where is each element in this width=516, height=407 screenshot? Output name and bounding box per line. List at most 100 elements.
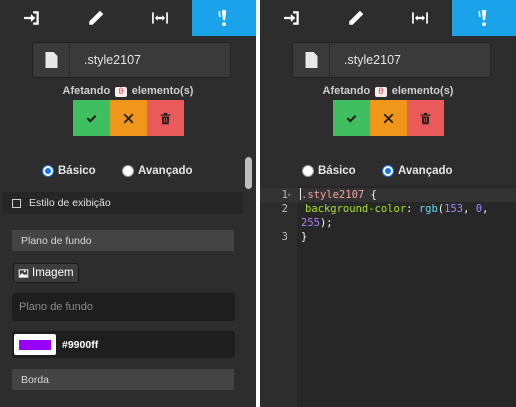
advanced-label: Avançado bbox=[398, 165, 453, 177]
basic-radio[interactable] bbox=[42, 165, 54, 177]
style-button[interactable] bbox=[452, 0, 516, 36]
trash-icon bbox=[420, 112, 431, 124]
basic-label: Básico bbox=[318, 165, 356, 177]
advanced-radio[interactable] bbox=[122, 165, 134, 177]
red-value: 153 bbox=[444, 203, 464, 215]
sign-in-icon bbox=[24, 11, 39, 25]
action-buttons bbox=[73, 100, 184, 136]
style-editor-panel-basic: .style2107 Afetando 0 elemento(s) Básico… bbox=[0, 0, 256, 407]
affecting-suffix: elemento(s) bbox=[131, 85, 194, 97]
line-number: 2 bbox=[281, 203, 288, 215]
affecting-count-label: Afetando 0 elemento(s) bbox=[0, 85, 256, 97]
code-text: background-color: rgb(153, 0, bbox=[305, 203, 489, 215]
selector-text: .style2107 bbox=[344, 53, 401, 67]
toolbar bbox=[0, 0, 256, 36]
code-line[interactable]: 3 } bbox=[260, 230, 516, 244]
resize-button[interactable] bbox=[388, 0, 452, 36]
mode-switch: Básico Avançado bbox=[260, 160, 516, 186]
css-property: background-color bbox=[305, 203, 407, 215]
code-line[interactable]: 1 ▾ .style2107 { bbox=[260, 188, 516, 202]
args-close: ); bbox=[319, 217, 333, 229]
line-number: 1 bbox=[281, 189, 288, 201]
background-color-field[interactable]: #9900ff bbox=[12, 331, 235, 358]
file-icon bbox=[45, 52, 57, 68]
edit-button[interactable] bbox=[324, 0, 388, 36]
border-section-header[interactable]: Borda bbox=[12, 369, 234, 390]
resize-horizontal-icon bbox=[412, 12, 428, 24]
image-button[interactable]: Imagem bbox=[13, 263, 79, 283]
trash-icon bbox=[160, 112, 171, 124]
confirm-button[interactable] bbox=[73, 100, 110, 136]
basic-radio[interactable] bbox=[302, 165, 314, 177]
color-swatch bbox=[19, 339, 51, 350]
toolbar bbox=[260, 0, 516, 36]
css-code-editor[interactable]: 1 ▾ .style2107 { 2 background-color: rgb… bbox=[260, 186, 516, 407]
cancel-button[interactable] bbox=[370, 100, 407, 136]
fold-arrow-icon[interactable]: ▾ bbox=[287, 188, 291, 202]
text-cursor bbox=[300, 188, 301, 200]
scrollbar-thumb[interactable] bbox=[245, 157, 252, 189]
background-section-header[interactable]: Plano de fundo bbox=[12, 230, 234, 251]
blue-value: 255 bbox=[301, 217, 320, 229]
delete-button[interactable] bbox=[407, 100, 444, 136]
resize-horizontal-icon bbox=[152, 12, 168, 24]
style-button[interactable] bbox=[192, 0, 256, 36]
background-input-placeholder: Plano de fundo bbox=[19, 301, 94, 313]
display-style-toggle[interactable]: Estilo de exibição bbox=[2, 192, 243, 214]
mode-basic-option[interactable]: Básico bbox=[302, 165, 356, 177]
code-text: } bbox=[301, 230, 307, 244]
mode-advanced-option[interactable]: Avançado bbox=[382, 165, 453, 177]
display-style-label: Estilo de exibição bbox=[29, 197, 111, 209]
code-text: .style2107 { bbox=[301, 188, 377, 202]
color-value[interactable]: #9900ff bbox=[62, 339, 98, 351]
selector-text: .style2107 bbox=[84, 53, 141, 67]
file-icon bbox=[305, 52, 317, 68]
close-icon bbox=[123, 113, 134, 123]
advanced-label: Avançado bbox=[138, 165, 193, 177]
close-brace: } bbox=[301, 231, 308, 243]
affecting-count-label: Afetando 0 elemento(s) bbox=[260, 85, 516, 97]
basic-label: Básico bbox=[58, 165, 96, 177]
affecting-prefix: Afetando bbox=[62, 85, 111, 97]
sign-in-button[interactable] bbox=[0, 0, 64, 36]
image-icon bbox=[18, 268, 29, 278]
line-number: 3 bbox=[281, 231, 288, 243]
mode-basic-option[interactable]: Básico bbox=[42, 165, 96, 177]
background-section-title: Plano de fundo bbox=[21, 234, 92, 247]
background-input[interactable]: Plano de fundo bbox=[12, 293, 235, 321]
mode-advanced-option[interactable]: Avançado bbox=[122, 165, 193, 177]
confirm-button[interactable] bbox=[333, 100, 370, 136]
check-icon bbox=[346, 114, 357, 123]
green-value: 0 bbox=[475, 203, 483, 215]
color-picker[interactable] bbox=[14, 334, 56, 355]
check-icon bbox=[86, 114, 97, 123]
advanced-radio[interactable] bbox=[382, 165, 394, 177]
pencil-icon bbox=[89, 10, 104, 25]
mode-switch: Básico Avançado bbox=[0, 160, 256, 186]
affecting-prefix: Afetando bbox=[322, 85, 371, 97]
style-editor-panel-advanced: .style2107 Afetando 0 elemento(s) Básico… bbox=[260, 0, 516, 407]
delete-button[interactable] bbox=[147, 100, 184, 136]
css-selector: .style2107 bbox=[301, 189, 365, 201]
close-icon bbox=[383, 113, 394, 123]
display-style-checkbox[interactable] bbox=[12, 198, 21, 208]
code-line[interactable]: 2 background-color: rgb(153, 0, bbox=[260, 202, 516, 216]
paint-bucket-icon bbox=[478, 10, 487, 26]
selector-field[interactable]: .style2107 bbox=[292, 42, 491, 78]
resize-button[interactable] bbox=[128, 0, 192, 36]
affecting-suffix: elemento(s) bbox=[391, 85, 454, 97]
edit-button[interactable] bbox=[64, 0, 128, 36]
sign-in-icon bbox=[284, 11, 299, 25]
file-icon-box bbox=[33, 43, 70, 77]
file-icon-box bbox=[293, 43, 330, 77]
selector-field[interactable]: .style2107 bbox=[32, 42, 231, 78]
css-function: rgb bbox=[418, 203, 438, 215]
sign-in-button[interactable] bbox=[260, 0, 324, 36]
pencil-icon bbox=[349, 10, 364, 25]
cancel-button[interactable] bbox=[110, 100, 147, 136]
colon: : bbox=[406, 203, 419, 215]
affecting-count-badge: 0 bbox=[115, 87, 127, 97]
code-line-wrap[interactable]: 255); bbox=[260, 216, 516, 230]
action-buttons bbox=[333, 100, 444, 136]
affecting-count-badge: 0 bbox=[375, 87, 387, 97]
